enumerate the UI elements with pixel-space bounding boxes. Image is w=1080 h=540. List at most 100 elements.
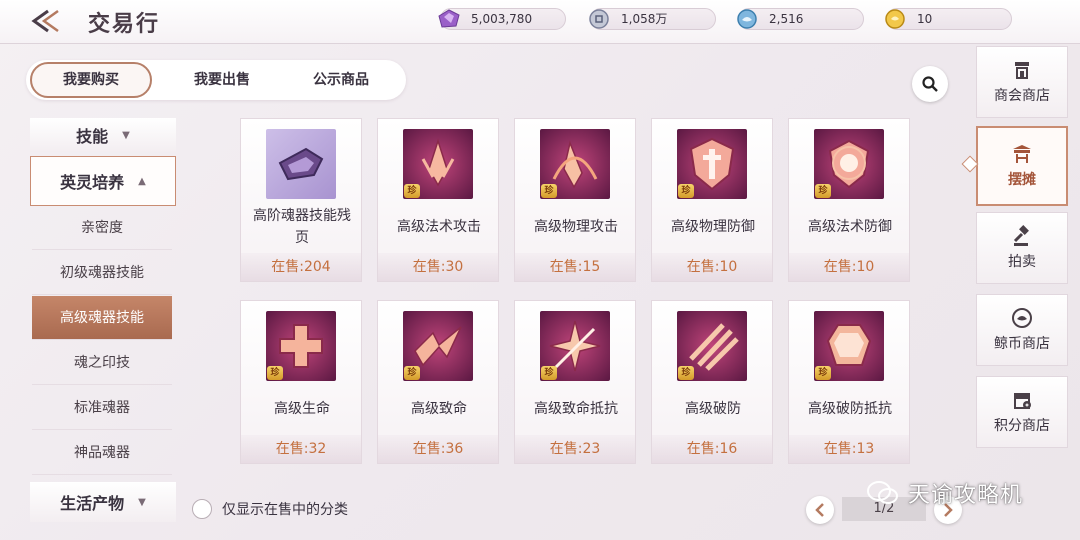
currency-value: 2,516	[769, 12, 804, 26]
currency-value: 1,058万	[621, 12, 668, 26]
item-name: 高级生命	[274, 401, 330, 417]
item-card[interactable]: 珍 高级法术攻击 在售:30	[377, 118, 499, 282]
currency-whale: 2,516	[737, 8, 864, 30]
category-label: 技能	[76, 127, 109, 146]
currency-value: 5,003,780	[471, 12, 533, 26]
item-card[interactable]: 珍 高级生命 在售:32	[240, 300, 362, 464]
back-arrow-icon	[31, 9, 59, 33]
armor-break-resist-icon: 珍	[814, 311, 884, 381]
item-card[interactable]: 珍 高级破防抵抗 在售:13	[788, 300, 910, 464]
points-shop-icon	[1011, 389, 1033, 411]
category-skill[interactable]: 技能 ▼	[30, 118, 176, 152]
whale-coin-icon	[733, 5, 761, 33]
item-card[interactable]: 珍 高级致命 在售:36	[377, 300, 499, 464]
item-stock: 在售:16	[652, 435, 772, 463]
sub-item-basic-soul-skill[interactable]: 初级魂器技能	[32, 251, 172, 295]
rare-badge: 珍	[404, 366, 420, 380]
item-name: 高级破防抵抗	[808, 401, 892, 417]
silver-coin-icon	[585, 5, 613, 33]
chevron-down-icon: ▼	[138, 496, 146, 508]
currency-gold: 10	[885, 8, 1012, 30]
nav-stall[interactable]: 摆摊	[976, 126, 1068, 206]
item-stock: 在售:15	[515, 253, 635, 281]
item-name: 高级致命抵抗	[534, 401, 618, 417]
search-icon	[922, 76, 938, 92]
physical-attack-icon: 珍	[540, 129, 610, 199]
wechat-icon	[867, 481, 898, 504]
item-card[interactable]: 珍 高级法术防御 在售:10	[788, 118, 910, 282]
item-name: 高级破防	[685, 401, 741, 417]
rare-badge: 珍	[815, 366, 831, 380]
sub-item-intimacy[interactable]: 亲密度	[32, 206, 172, 250]
critical-resist-icon: 珍	[540, 311, 610, 381]
chevron-down-icon: ▼	[122, 129, 130, 141]
item-name: 高级法术防御	[808, 219, 892, 235]
stall-icon	[1011, 143, 1033, 165]
whale-coin-shop-icon	[1011, 307, 1033, 329]
magic-defense-icon: 珍	[814, 129, 884, 199]
item-stock: 在售:10	[652, 253, 772, 281]
physical-defense-icon: 珍	[677, 129, 747, 199]
sub-item-soul-seal[interactable]: 魂之印技	[32, 341, 172, 385]
nav-points-shop[interactable]: 积分商店	[976, 376, 1068, 448]
category-life-products[interactable]: 生活产物 ▼	[30, 482, 176, 522]
nav-whale-coin-shop[interactable]: 鲸币商店	[976, 294, 1068, 366]
item-name: 高阶魂器技能残页	[253, 208, 351, 246]
item-stock: 在售:30	[378, 253, 498, 281]
item-card[interactable]: 珍 高级物理攻击 在售:15	[514, 118, 636, 282]
search-button[interactable]	[912, 66, 948, 102]
auction-hammer-icon	[1011, 225, 1033, 247]
item-card[interactable]: 珍 高级破防 在售:16	[651, 300, 773, 464]
chevron-left-icon	[815, 503, 824, 517]
trade-tabs: 我要购买 我要出售 公示商品	[26, 60, 406, 100]
sub-item-advanced-soul-skill[interactable]: 高级魂器技能	[32, 296, 172, 340]
item-name: 高级物理攻击	[534, 219, 618, 235]
sub-item-divine-soul[interactable]: 神品魂器	[32, 431, 172, 475]
armor-break-icon: 珍	[677, 311, 747, 381]
item-stock: 在售:36	[378, 435, 498, 463]
guild-shop-icon	[1011, 59, 1033, 81]
critical-icon: 珍	[403, 311, 473, 381]
item-card[interactable]: 高阶魂器技能残页 在售:204	[240, 118, 362, 282]
nav-label: 摆摊	[1008, 172, 1036, 188]
currency-crystal: 5,003,780	[438, 8, 566, 30]
item-name: 高级物理防御	[671, 219, 755, 235]
tab-sell[interactable]: 我要出售	[172, 60, 272, 100]
back-button[interactable]	[28, 6, 68, 36]
item-stock: 在售:204	[241, 253, 361, 281]
item-stock: 在售:23	[515, 435, 635, 463]
prev-page-button[interactable]	[806, 496, 834, 524]
nav-auction[interactable]: 拍卖	[976, 212, 1068, 284]
item-card[interactable]: 珍 高级致命抵抗 在售:23	[514, 300, 636, 464]
nav-label: 积分商店	[994, 418, 1050, 434]
page-title: 交易行	[88, 11, 161, 37]
tab-buy[interactable]: 我要购买	[30, 62, 152, 98]
item-stock: 在售:13	[789, 435, 909, 463]
rare-badge: 珍	[267, 366, 283, 380]
nav-label: 鲸币商店	[994, 336, 1050, 352]
item-name: 高级法术攻击	[397, 219, 481, 235]
sub-item-standard-soul[interactable]: 标准魂器	[32, 386, 172, 430]
gold-coin-icon	[881, 5, 909, 33]
on-sale-checkbox[interactable]	[192, 499, 212, 519]
tab-public[interactable]: 公示商品	[296, 60, 386, 100]
top-bar: 交易行 5,003,780 1,058万 2,516 10	[0, 0, 1080, 44]
currency-silver: 1,058万	[589, 8, 716, 30]
nav-label: 拍卖	[1008, 254, 1036, 270]
nav-label: 商会商店	[994, 88, 1050, 104]
magic-attack-icon: 珍	[403, 129, 473, 199]
rare-badge: 珍	[678, 184, 694, 198]
watermark: 天谕攻略机	[866, 476, 1023, 510]
item-name: 高级致命	[411, 401, 467, 417]
filter-on-sale[interactable]: 仅显示在售中的分类	[192, 496, 348, 522]
item-card[interactable]: 珍 高级物理防御 在售:10	[651, 118, 773, 282]
currency-value: 10	[917, 12, 933, 26]
rare-badge: 珍	[541, 366, 557, 380]
rare-badge: 珍	[815, 184, 831, 198]
category-hero-training[interactable]: 英灵培养 ▲	[30, 156, 176, 206]
nav-guild-shop[interactable]: 商会商店	[976, 46, 1068, 118]
category-label: 生活产物	[60, 494, 125, 513]
rare-badge: 珍	[541, 184, 557, 198]
health-icon: 珍	[266, 311, 336, 381]
watermark-text: 天谕攻略机	[908, 483, 1024, 508]
